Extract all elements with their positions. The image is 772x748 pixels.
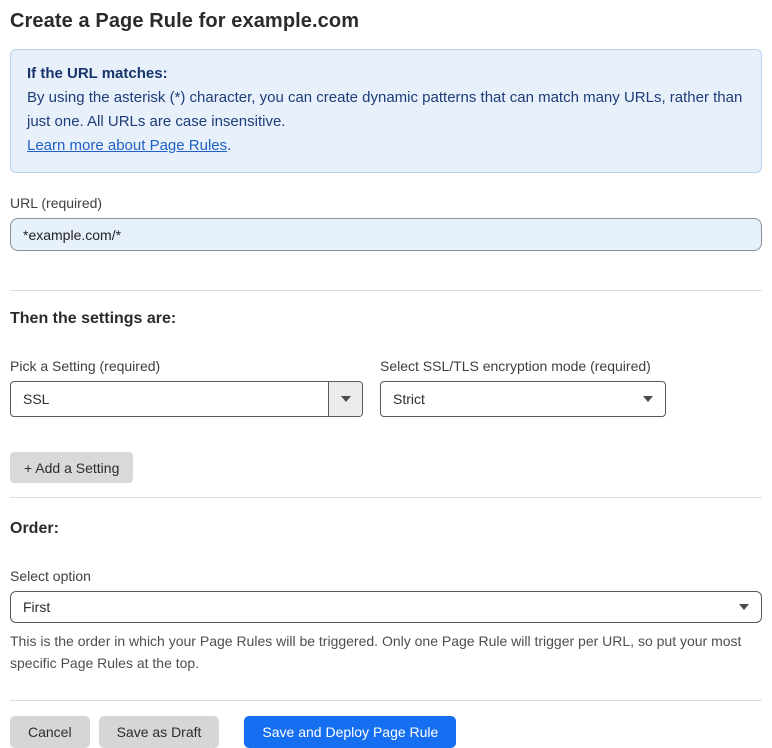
ssl-mode-picker-label: Select SSL/TLS encryption mode (required… bbox=[380, 358, 651, 374]
ssl-mode-value: Strict bbox=[393, 391, 425, 407]
setting-picker-label: Pick a Setting (required) bbox=[10, 358, 161, 374]
section-divider bbox=[10, 290, 762, 291]
add-setting-button[interactable]: + Add a Setting bbox=[10, 452, 134, 483]
order-section-heading: Order: bbox=[10, 520, 59, 537]
cancel-button[interactable]: Cancel bbox=[10, 716, 90, 748]
save-draft-button[interactable]: Save as Draft bbox=[98, 716, 220, 748]
info-box-link-line: Learn more about Page Rules. bbox=[27, 134, 745, 158]
learn-more-link[interactable]: Learn more about Page Rules bbox=[27, 137, 227, 154]
page-title: Create a Page Rule for example.com bbox=[10, 10, 360, 32]
settings-pickers-row: Pick a Setting (required) SSL Select SSL… bbox=[10, 358, 762, 417]
section-divider bbox=[10, 497, 762, 498]
url-match-info-box: If the URL matches: By using the asteris… bbox=[10, 49, 762, 173]
setting-picker-select[interactable]: SSL bbox=[10, 381, 363, 417]
page-rule-form: Create a Page Rule for example.com If th… bbox=[0, 0, 772, 748]
setting-picker-value: SSL bbox=[23, 391, 50, 407]
ssl-mode-picker-group: Select SSL/TLS encryption mode (required… bbox=[380, 358, 666, 417]
order-help-text: This is the order in which your Page Rul… bbox=[10, 633, 742, 671]
ssl-mode-select[interactable]: Strict bbox=[380, 381, 666, 417]
footer-actions: Cancel Save as Draft Save and Deploy Pag… bbox=[10, 716, 762, 748]
settings-section-heading: Then the settings are: bbox=[10, 310, 177, 327]
order-select[interactable]: First bbox=[10, 591, 762, 623]
info-box-heading: If the URL matches: bbox=[27, 65, 168, 82]
setting-picker-group: Pick a Setting (required) SSL bbox=[10, 358, 363, 417]
order-select-value: First bbox=[23, 599, 51, 615]
chevron-down-icon bbox=[727, 604, 761, 610]
order-select-label: Select option bbox=[10, 568, 91, 584]
link-suffix: . bbox=[227, 137, 232, 154]
url-field-label: URL (required) bbox=[10, 195, 103, 211]
chevron-down-icon bbox=[328, 382, 362, 416]
chevron-down-icon bbox=[631, 396, 665, 402]
save-deploy-button[interactable]: Save and Deploy Page Rule bbox=[244, 716, 457, 748]
info-box-body: By using the asterisk (*) character, you… bbox=[27, 89, 743, 130]
url-input[interactable] bbox=[10, 218, 762, 251]
footer-divider bbox=[10, 700, 762, 701]
